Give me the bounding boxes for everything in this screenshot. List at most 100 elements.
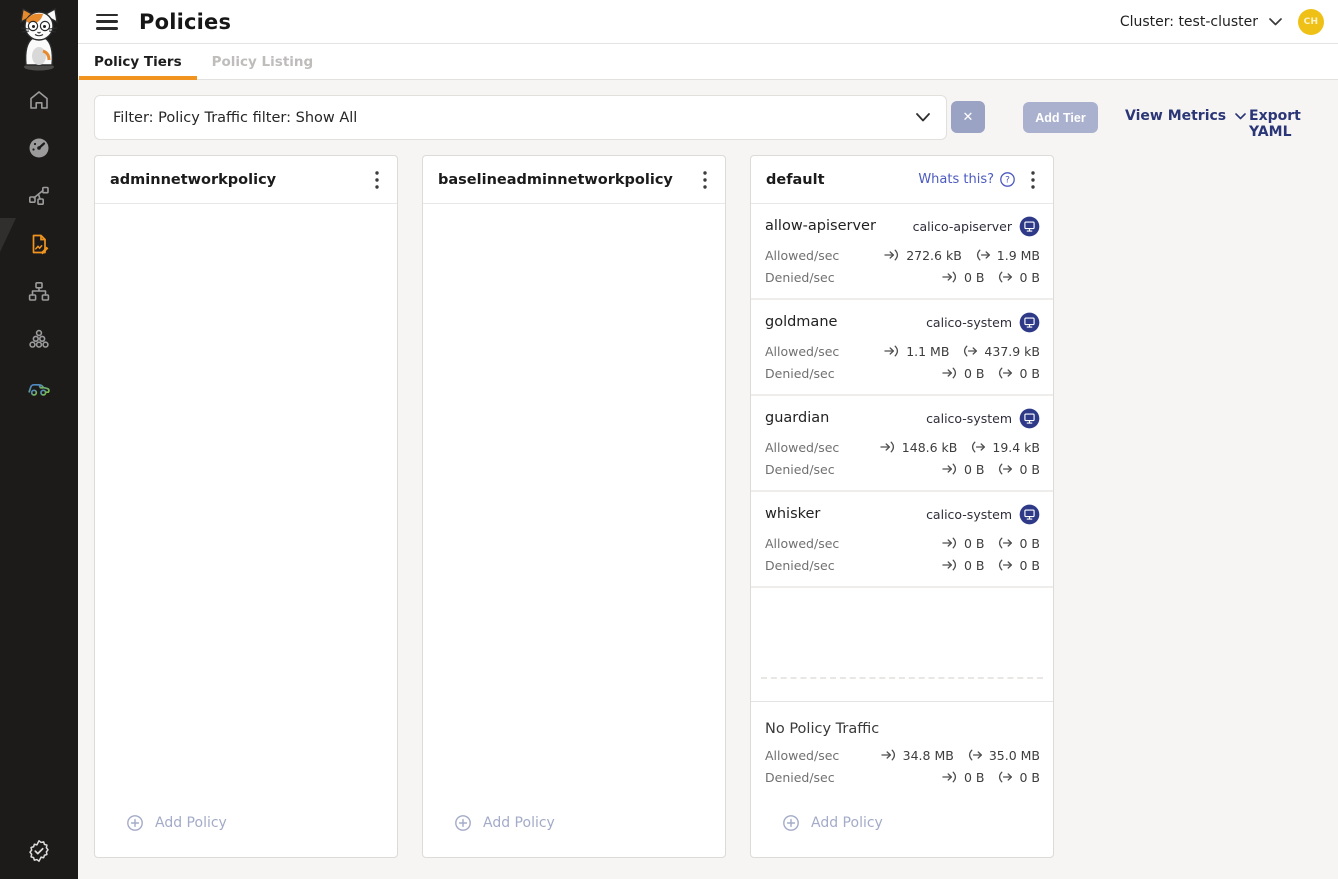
- metric-values: 0 B 0 B: [942, 770, 1040, 785]
- metric-value: 0 B: [1019, 536, 1040, 551]
- policy-namespace: calico-apiserver: [913, 216, 1040, 237]
- policy-card[interactable]: goldmanecalico-system Allowed/sec1.1 MB43…: [751, 300, 1053, 396]
- network-tree-icon: [27, 280, 51, 304]
- add-policy-label: Add Policy: [811, 815, 883, 831]
- no-policy-traffic-section: No Policy TrafficAllowed/sec34.8 MB35.0 …: [751, 701, 1053, 800]
- close-icon: ✕: [963, 109, 974, 125]
- metric-row: Denied/sec0 B0 B: [765, 458, 1040, 480]
- calico-logo[interactable]: [13, 7, 65, 75]
- add-policy-button[interactable]: Add Policy: [423, 800, 725, 857]
- metric-values: 0 B0 B: [942, 270, 1040, 285]
- namespace-label: calico-system: [926, 315, 1012, 330]
- metric-value: 0 B: [1019, 558, 1040, 573]
- add-policy-button[interactable]: Add Policy: [751, 800, 1053, 857]
- cluster-group-icon: [27, 328, 51, 352]
- add-policy-label: Add Policy: [483, 815, 555, 831]
- traffic-car-icon: [26, 377, 52, 399]
- metric-value: 0 B: [964, 366, 985, 381]
- metric-value: 1.9 MB: [997, 248, 1040, 263]
- egress-icon: [997, 367, 1013, 379]
- metric-row: Allowed/sec1.1 MB437.9 kB: [765, 340, 1040, 362]
- tier-empty-area: [95, 204, 397, 800]
- namespace-badge-icon: [1019, 408, 1040, 429]
- tier-menu-button[interactable]: [694, 168, 716, 192]
- chevron-down-icon: [1235, 113, 1246, 120]
- ingress-metric: 0 B: [942, 770, 985, 785]
- sidebar-item-network-tree[interactable]: [25, 280, 53, 304]
- export-yaml-button[interactable]: Export YAML: [1249, 108, 1322, 140]
- tier-title: default: [766, 172, 825, 188]
- ingress-metric: 1.1 MB: [884, 344, 949, 359]
- policy-card[interactable]: allow-apiservercalico-apiserverAllowed/s…: [751, 204, 1053, 300]
- tab-bar: Policy Tiers Policy Listing: [78, 44, 1338, 80]
- egress-metric: 1.9 MB: [975, 248, 1040, 263]
- metric-values: 0 B0 B: [942, 462, 1040, 477]
- policy-card[interactable]: guardiancalico-systemAllowed/sec148.6 kB…: [751, 396, 1053, 492]
- policy-namespace: calico-system: [926, 504, 1040, 525]
- sidebar-item-cluster-group[interactable]: [25, 328, 53, 352]
- badge-check-icon: [26, 838, 52, 864]
- egress-metric: 0 B: [997, 366, 1040, 381]
- ingress-metric: 0 B: [942, 536, 985, 551]
- cluster-selector[interactable]: Cluster: test-cluster: [1120, 14, 1282, 30]
- sidebar-item-dashboard-gauge[interactable]: [25, 136, 53, 160]
- whats-this-link[interactable]: Whats this??: [918, 172, 1015, 187]
- egress-icon: [962, 345, 978, 357]
- policies-icon: [27, 232, 51, 256]
- metric-values: 148.6 kB 19.4 kB: [880, 440, 1040, 455]
- add-tier-button[interactable]: Add Tier: [1023, 102, 1098, 133]
- tier-menu-button[interactable]: [1022, 168, 1044, 192]
- view-metrics-dropdown[interactable]: View Metrics: [1125, 108, 1246, 124]
- policy-namespace: calico-system: [926, 408, 1040, 429]
- ingress-metric: 0 B: [942, 270, 985, 285]
- metric-value: 148.6 kB: [902, 440, 958, 455]
- ingress-metric: 0 B: [942, 558, 985, 573]
- service-graph-icon: [27, 184, 51, 208]
- tab-policy-listing[interactable]: Policy Listing: [197, 44, 329, 79]
- policy-card-header: guardian calico-system: [765, 407, 1040, 429]
- add-policy-button[interactable]: Add Policy: [95, 800, 397, 857]
- metric-value: 0 B: [964, 536, 985, 551]
- egress-metric: 0 B: [997, 770, 1040, 785]
- ingress-icon: [942, 537, 958, 549]
- tab-policy-tiers[interactable]: Policy Tiers: [79, 44, 197, 79]
- ingress-metric: 272.6 kB: [884, 248, 962, 263]
- tier-menu-button[interactable]: [366, 168, 388, 192]
- egress-icon: [997, 537, 1013, 549]
- policy-card-header: goldmanecalico-system: [765, 311, 1040, 333]
- sidebar-bottom: [0, 839, 78, 863]
- ingress-icon: [942, 367, 958, 379]
- view-metrics-label: View Metrics: [1125, 108, 1226, 124]
- top-bar: Policies Cluster: test-cluster CH: [78, 0, 1338, 44]
- kebab-icon: [1031, 171, 1035, 189]
- kebab-icon: [375, 171, 379, 189]
- egress-metric: 0 B: [997, 536, 1040, 551]
- home-icon: [27, 88, 51, 112]
- metric-row: Denied/sec0 B0 B: [765, 554, 1040, 576]
- policy-traffic-filter-select[interactable]: Filter: Policy Traffic filter: Show All: [94, 95, 947, 140]
- policy-card[interactable]: whiskercalico-systemAllowed/sec0 B0 BDen…: [751, 492, 1053, 588]
- metric-label: Allowed/sec: [765, 248, 839, 263]
- metric-label: Denied/sec: [765, 366, 835, 381]
- sidebar-item-badge-check[interactable]: [25, 839, 53, 863]
- plus-circle-icon: [126, 814, 144, 832]
- namespace-label: calico-system: [926, 411, 1012, 426]
- clear-filter-button[interactable]: ✕: [951, 101, 985, 133]
- namespace-badge-icon: [1019, 504, 1040, 525]
- sidebar-item-policies[interactable]: [25, 232, 53, 256]
- metric-values: 34.8 MB35.0 MB: [881, 748, 1040, 763]
- egress-icon: [997, 271, 1013, 283]
- ingress-icon: [881, 749, 897, 761]
- sidebar-item-service-graph[interactable]: [25, 184, 53, 208]
- sidebar-item-home[interactable]: [25, 88, 53, 112]
- tier-header-actions: [366, 168, 388, 192]
- tier-header: baselineadminnetworkpolicy: [423, 156, 725, 204]
- sidebar-item-traffic-car[interactable]: [25, 376, 53, 400]
- user-avatar[interactable]: CH: [1298, 9, 1324, 35]
- hamburger-menu-icon[interactable]: [96, 14, 118, 30]
- tier-title: adminnetworkpolicy: [110, 172, 276, 188]
- policy-name: guardian: [765, 410, 829, 426]
- metric-value: 19.4 kB: [992, 440, 1040, 455]
- egress-metric: 35.0 MB: [967, 748, 1040, 763]
- ingress-icon: [942, 463, 958, 475]
